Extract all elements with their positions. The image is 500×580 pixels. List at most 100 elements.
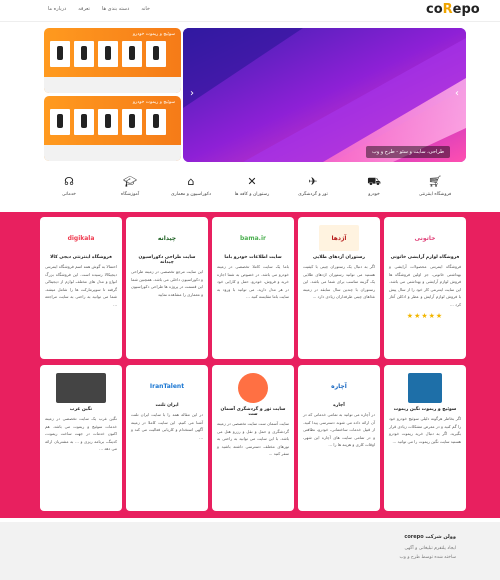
slider-next-arrow[interactable]: › [452, 88, 462, 99]
nav-categories[interactable]: دسته بندی ها [102, 6, 129, 12]
category-restaurant[interactable]: ✕ رستوران و کافه ها [222, 175, 282, 197]
car-icon: ⛟ [367, 175, 381, 188]
cart-icon: 🛒︎ [428, 175, 442, 188]
ad-footer [44, 77, 181, 93]
site-card[interactable]: IranTalent ایران تلنت در این مقاله همه ر… [126, 365, 208, 511]
card-description: این سایت مرجع تخصصی در زمینه طراحی و دکو… [131, 269, 203, 297]
category-label: خودرو [368, 192, 380, 197]
slider-graphic [183, 28, 466, 162]
logo-part: co [426, 2, 443, 17]
card-logo: آچاره [319, 373, 359, 399]
category-label: آموزشگاه [120, 192, 140, 197]
building-icon: ⌂ [187, 175, 195, 188]
footer-line: ساخته شده توسط طرح و وب [399, 555, 456, 560]
site-card[interactable]: digikala فروشگاه اینترنتی دیجی کالا احتم… [40, 217, 122, 359]
slider-caption[interactable]: طراحی، سایت و سئو - طرح و وب [366, 146, 451, 158]
card-title: نگین غرب [69, 407, 93, 412]
product-thumb [146, 41, 166, 67]
product-thumb [74, 41, 94, 67]
logo-part: epo [452, 2, 480, 17]
card-logo: آژدها [319, 225, 359, 251]
product-thumb [98, 109, 118, 135]
site-card[interactable]: سوئیچ و ریموت نگین ریموت اگر بخاطر هرگون… [384, 365, 466, 511]
main-nav: خانه دسته بندی ها تعرفه درباره ما [48, 6, 150, 12]
card-logo: bama.ir [233, 225, 273, 251]
category-car[interactable]: ⛟ خودرو [344, 175, 404, 197]
site-card[interactable]: خاتونی فروشگاه لوازم آرایشی خاتونی فروشگ… [384, 217, 466, 359]
ad-footer [44, 145, 181, 161]
cutlery-icon: ✕ [247, 175, 257, 188]
ad-title: سوئیچ و ریموت خودرو [132, 32, 175, 37]
card-image [238, 373, 268, 403]
category-label: تور و گردشگری [298, 192, 328, 197]
site-card[interactable]: bama.ir سایت اطلاعات خودرو باما باما یک … [212, 217, 294, 359]
category-bar: 🛒︎ فروشگاه اینترنتی ⛟ خودرو ✈ تور و گردشگری… [0, 175, 500, 207]
ad-banner-top[interactable]: سوئیچ و ریموت خودرو [44, 28, 181, 93]
product-thumb [50, 41, 70, 67]
card-title: سایت طراحی دکوراسیون چیدانه [138, 255, 196, 265]
nav-home[interactable]: خانه [141, 6, 150, 12]
card-image [408, 373, 442, 403]
card-image [56, 373, 106, 403]
card-description: اگر بخاطر هرگونه دلیلی سوئیچ خودرو خود ر… [389, 416, 461, 444]
site-card[interactable]: نگین غرب نگین غرب یک سایت تخصصی در زمینه… [40, 365, 122, 511]
nav-about[interactable]: درباره ما [48, 6, 66, 12]
card-title: آچاره [333, 403, 345, 408]
hero-slider[interactable]: ‹ › طراحی، سایت و سئو - طرح و وب [183, 28, 466, 162]
product-thumb [74, 109, 94, 135]
card-title: سوئیچ و ریموت نگین ریموت [393, 407, 457, 412]
site-card[interactable]: چیدانه سایت طراحی دکوراسیون چیدانه این س… [126, 217, 208, 359]
category-label: رستوران و کافه ها [234, 192, 270, 197]
category-label: خدماتی [62, 192, 76, 197]
card-title: ایران تلنت [155, 403, 179, 408]
nav-pricing[interactable]: تعرفه [78, 6, 90, 12]
category-decor[interactable]: ⌂ دکوراسیون و معماری [161, 175, 221, 197]
graduation-icon: 🎓︎ [123, 175, 137, 188]
product-thumb [50, 109, 70, 135]
card-description: باما یک سایت کاملا تخصصی در زمینه خودرو … [217, 264, 289, 299]
product-thumb [122, 41, 142, 67]
site-card[interactable]: سایت تور و گردشگری آسمان ست سایت آسمان س… [212, 365, 294, 511]
site-card[interactable]: آژدها رستوران آژدهای طلایی اگر به دنبال … [298, 217, 380, 359]
category-shop[interactable]: 🛒︎ فروشگاه اینترنتی [405, 175, 465, 197]
category-education[interactable]: 🎓︎ آموزشگاه [100, 175, 160, 197]
site-footer: وولن شرکت corepo ایجاد پلتفرم تبلیغاتی و… [0, 522, 500, 580]
ad-products [50, 41, 166, 67]
ad-title: سوئیچ و ریموت خودرو [132, 100, 175, 105]
category-label: دکوراسیون و معماری [171, 192, 211, 197]
category-label: فروشگاه اینترنتی [418, 192, 452, 197]
rating-stars: ★★★★★ [406, 312, 444, 320]
footer-line: ایجاد پلتفرم تبلیغاتی و آگهی [404, 546, 456, 551]
logo-part: R [442, 2, 453, 17]
card-description: فروشگاه اینترنتی محصولات آرایشی و بهداشت… [389, 264, 461, 307]
site-card[interactable]: آچاره آچاره در آچاره می توانید به تمامی … [298, 365, 380, 511]
card-logo: IranTalent [147, 373, 187, 399]
card-description: در این مقاله همه را با سایت ایران تلنت آ… [131, 412, 203, 440]
card-logo: خاتونی [405, 225, 445, 251]
site-header: coRepo خانه دسته بندی ها تعرفه درباره ما [0, 0, 500, 22]
headset-icon: ☊ [64, 175, 74, 188]
card-description: در آچاره می توانید به تمامی خدماتی که در… [303, 412, 375, 447]
product-thumb [98, 41, 118, 67]
card-description: احتمالا به گوش همه اسم فروشگاه اینترنتی … [45, 264, 117, 307]
product-thumb [146, 109, 166, 135]
card-title: فروشگاه اینترنتی دیجی کالا [50, 255, 112, 260]
plane-icon: ✈ [308, 175, 318, 188]
card-title: سایت اطلاعات خودرو باما [224, 255, 282, 260]
card-logo: چیدانه [147, 225, 187, 251]
category-travel[interactable]: ✈ تور و گردشگری [283, 175, 343, 197]
category-services[interactable]: ☊ خدماتی [39, 175, 99, 197]
site-logo[interactable]: coRepo [426, 2, 480, 17]
card-description: نگین غرب یک سایت تخصصی در زمینه خدمات سو… [45, 416, 117, 451]
card-title: سایت تور و گردشگری آسمان ست [220, 407, 286, 417]
ad-products [50, 109, 166, 135]
card-title: فروشگاه لوازم آرایشی خاتونی [390, 255, 460, 260]
card-description: اگر به دنبال یک رستوران چینی با کیفیت هس… [303, 264, 375, 299]
card-title: رستوران آژدهای طلایی [312, 255, 366, 260]
card-logo: digikala [61, 225, 101, 251]
ad-banner-bottom[interactable]: سوئیچ و ریموت خودرو [44, 96, 181, 161]
footer-title: وولن شرکت corepo [404, 534, 456, 540]
card-description: سایت آسمان ست سایت تخصصی در زمینه گردشگر… [217, 421, 289, 456]
product-thumb [122, 109, 142, 135]
slider-prev-arrow[interactable]: ‹ [187, 88, 197, 99]
